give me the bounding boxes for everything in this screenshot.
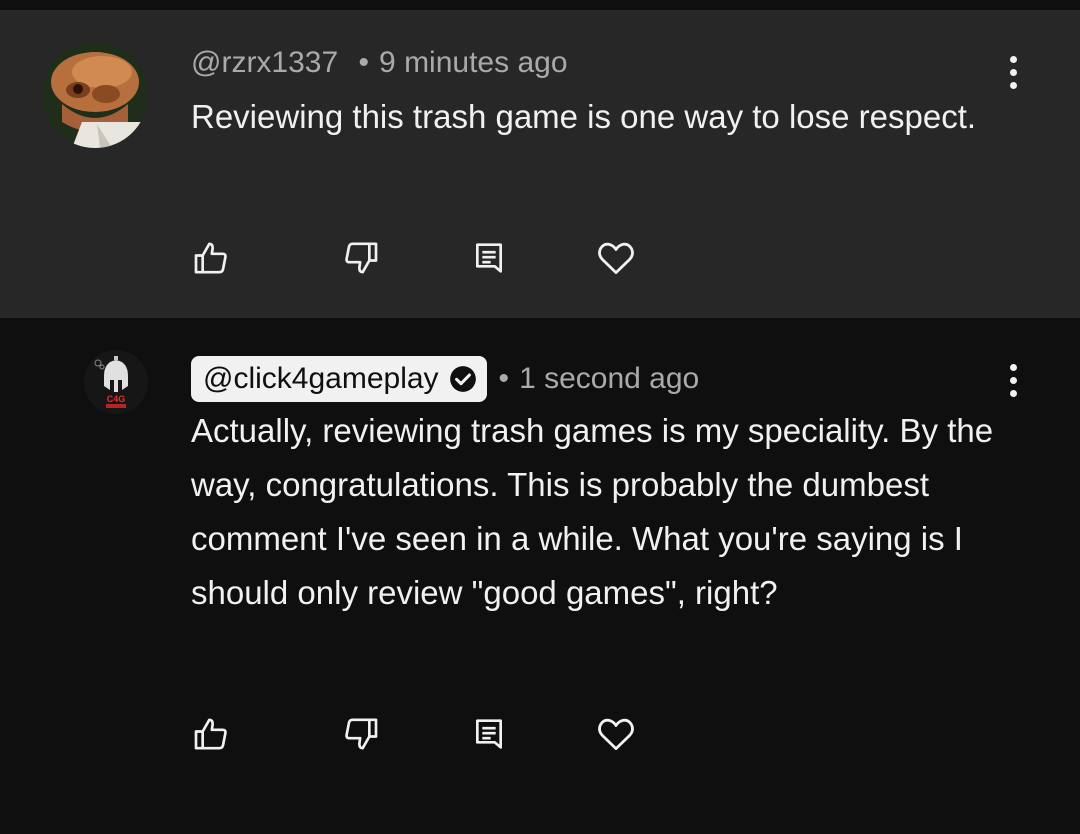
comment-item: @rzrx1337 • 9 minutes ago Reviewing this … (0, 10, 1080, 318)
dislike-icon (345, 242, 378, 274)
reply-button[interactable] (466, 712, 512, 756)
comment-meta: @click4gameplay • 1 second ago (191, 356, 699, 402)
dislike-icon (345, 718, 378, 750)
like-button[interactable] (188, 712, 234, 756)
heart-button[interactable] (593, 236, 639, 280)
comment-author[interactable]: @rzrx1337 (191, 46, 338, 79)
dot (1009, 81, 1017, 89)
avatar[interactable] (42, 42, 148, 148)
comment-timestamp[interactable]: 1 second ago (519, 362, 699, 396)
comment-meta: @rzrx1337 • 9 minutes ago (191, 46, 568, 80)
dot (1009, 389, 1017, 397)
dot (1009, 55, 1017, 63)
reply-icon (476, 243, 502, 273)
dislike-button[interactable] (338, 712, 384, 756)
dot (1009, 68, 1017, 76)
like-icon (194, 242, 227, 274)
verified-check-icon (449, 366, 476, 392)
heart-icon (598, 718, 634, 751)
reply-button[interactable] (466, 236, 512, 280)
meta-separator: • (358, 46, 370, 79)
meta-separator: • (498, 362, 510, 395)
like-icon (194, 718, 227, 750)
alien-character-avatar-icon (42, 42, 148, 148)
more-options-button[interactable] (996, 358, 1030, 402)
reply-icon (476, 719, 502, 749)
spartan-helmet-avatar-icon: C4G (84, 350, 148, 414)
comment-text: Reviewing this trash game is one way to … (191, 98, 977, 135)
comment-author: @click4gameplay (203, 362, 439, 395)
dot (1009, 363, 1017, 371)
top-bar (0, 0, 1080, 10)
comment-timestamp[interactable]: 9 minutes ago (379, 46, 567, 79)
author-chip[interactable]: @click4gameplay (191, 356, 487, 402)
avatar[interactable]: C4G (84, 350, 148, 414)
comment-text: Actually, reviewing trash games is my sp… (191, 412, 994, 611)
avatar-label: C4G (107, 394, 126, 404)
more-options-button[interactable] (996, 50, 1030, 94)
comment-item: C4G @click4gameplay • 1 second ago Actual… (0, 318, 1080, 834)
heart-button[interactable] (593, 712, 639, 756)
like-button[interactable] (188, 236, 234, 280)
heart-icon (598, 242, 634, 275)
dislike-button[interactable] (338, 236, 384, 280)
dot (1009, 376, 1017, 384)
